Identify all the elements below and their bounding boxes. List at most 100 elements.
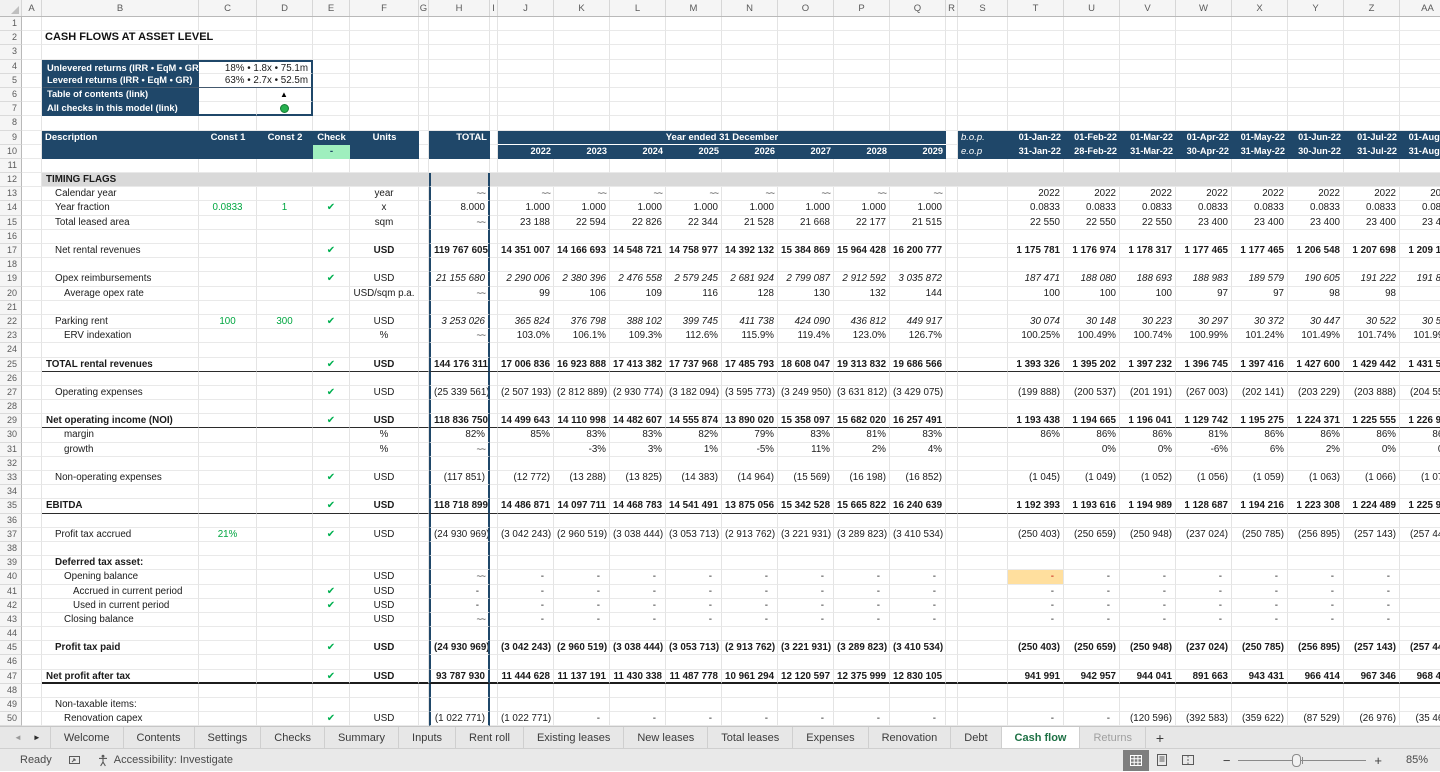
column-header-J[interactable]: J bbox=[498, 0, 554, 16]
cell-C21[interactable] bbox=[199, 301, 257, 315]
cell-AA3[interactable] bbox=[1400, 45, 1440, 59]
cell-E7[interactable] bbox=[313, 102, 350, 116]
row-header-42[interactable]: 42 bbox=[0, 599, 22, 613]
units-cell[interactable]: USD bbox=[350, 641, 419, 655]
total-value[interactable]: 118 836 750 bbox=[429, 414, 490, 428]
month-value[interactable]: - bbox=[1008, 585, 1064, 599]
month-value[interactable]: 100 bbox=[1120, 287, 1176, 301]
cell-G[interactable] bbox=[419, 428, 429, 442]
cell-R[interactable] bbox=[946, 173, 958, 187]
const1-value[interactable]: 0.0833 bbox=[199, 201, 257, 215]
check-icon[interactable]: ✔ bbox=[313, 585, 350, 599]
cell-C8[interactable] bbox=[199, 116, 257, 130]
cell-A18[interactable] bbox=[22, 258, 42, 272]
cell-R[interactable] bbox=[946, 386, 958, 400]
year-value[interactable]: 119.4% bbox=[778, 329, 834, 343]
cell-N24[interactable] bbox=[722, 343, 778, 357]
cell-I[interactable] bbox=[490, 272, 498, 286]
cell-L[interactable] bbox=[610, 88, 666, 102]
cell-F21[interactable] bbox=[350, 301, 419, 315]
cell-E32[interactable] bbox=[313, 457, 350, 471]
cell-A27[interactable] bbox=[22, 386, 42, 400]
year-value[interactable]: 1.000 bbox=[498, 201, 554, 215]
cell-G[interactable] bbox=[419, 201, 429, 215]
cell-T32[interactable] bbox=[1008, 457, 1064, 471]
cell-L26[interactable] bbox=[610, 372, 666, 386]
year-value[interactable]: 1.000 bbox=[834, 201, 890, 215]
column-header-G[interactable]: G bbox=[419, 0, 429, 16]
month-value[interactable]: 191 845 bbox=[1400, 272, 1440, 286]
cell-Q21[interactable] bbox=[890, 301, 946, 315]
column-header-O[interactable]: O bbox=[778, 0, 834, 16]
cell-E40[interactable] bbox=[313, 570, 350, 584]
cell-N46[interactable] bbox=[722, 655, 778, 669]
year-value[interactable]: ~~ bbox=[722, 187, 778, 201]
cell-L[interactable] bbox=[610, 102, 666, 116]
year-value[interactable]: - bbox=[666, 599, 722, 613]
cell-AA44[interactable] bbox=[1400, 627, 1440, 641]
units-cell[interactable]: USD bbox=[350, 712, 419, 726]
cell-O[interactable] bbox=[778, 88, 834, 102]
year-value[interactable]: 15 964 428 bbox=[834, 244, 890, 258]
sheet-tab-settings[interactable]: Settings bbox=[195, 727, 262, 748]
year-value[interactable]: 12 830 105 bbox=[890, 670, 946, 684]
units-cell[interactable]: USD bbox=[350, 386, 419, 400]
cell-M32[interactable] bbox=[666, 457, 722, 471]
cell-W8[interactable] bbox=[1176, 116, 1232, 130]
units-cell[interactable]: % bbox=[350, 329, 419, 343]
cell-H18[interactable] bbox=[429, 258, 490, 272]
month-value[interactable]: 30 223 bbox=[1120, 315, 1176, 329]
year-value[interactable]: 19 313 832 bbox=[834, 358, 890, 372]
cell-P1[interactable] bbox=[834, 17, 890, 31]
month-value[interactable]: 1 194 989 bbox=[1120, 499, 1176, 513]
year-value[interactable]: 14 548 721 bbox=[610, 244, 666, 258]
cell-J48[interactable] bbox=[498, 684, 554, 698]
month-value[interactable]: (250 403) bbox=[1008, 641, 1064, 655]
cell-M39[interactable] bbox=[666, 556, 722, 570]
cell-I[interactable] bbox=[490, 386, 498, 400]
column-header-H[interactable]: H bbox=[429, 0, 490, 16]
year-value[interactable]: 11 430 338 bbox=[610, 670, 666, 684]
cell-Z21[interactable] bbox=[1344, 301, 1400, 315]
cell-S33[interactable] bbox=[958, 471, 1008, 485]
year-value[interactable]: 106 bbox=[554, 287, 610, 301]
year-value[interactable]: 11% bbox=[778, 443, 834, 457]
cell-F18[interactable] bbox=[350, 258, 419, 272]
year-value[interactable]: 14 541 491 bbox=[666, 499, 722, 513]
cell-O44[interactable] bbox=[778, 627, 834, 641]
cell-AA16[interactable] bbox=[1400, 230, 1440, 244]
month-value[interactable]: 1 223 308 bbox=[1288, 499, 1344, 513]
month-value[interactable]: (201 191) bbox=[1120, 386, 1176, 400]
cell-E38[interactable] bbox=[313, 542, 350, 556]
year-value[interactable]: - bbox=[610, 613, 666, 627]
year-value[interactable]: - bbox=[666, 570, 722, 584]
cell-G[interactable] bbox=[419, 613, 429, 627]
row-header-28[interactable]: 28 bbox=[0, 400, 22, 414]
month-value[interactable]: 1 427 600 bbox=[1288, 358, 1344, 372]
row-header-37[interactable]: 37 bbox=[0, 528, 22, 542]
cell-AA38[interactable] bbox=[1400, 542, 1440, 556]
cell-X[interactable] bbox=[1232, 60, 1288, 74]
month-value[interactable]: 966 414 bbox=[1288, 670, 1344, 684]
cell-J[interactable] bbox=[498, 88, 554, 102]
cell-E48[interactable] bbox=[313, 684, 350, 698]
year-value[interactable]: ~~ bbox=[554, 187, 610, 201]
year-value[interactable]: - bbox=[722, 613, 778, 627]
row-header-1[interactable]: 1 bbox=[0, 17, 22, 31]
year-value[interactable]: 99 bbox=[498, 287, 554, 301]
units-cell[interactable]: x bbox=[350, 201, 419, 215]
year-value[interactable]: 376 798 bbox=[554, 315, 610, 329]
column-header-N[interactable]: N bbox=[722, 0, 778, 16]
cell-V32[interactable] bbox=[1120, 457, 1176, 471]
year-value[interactable]: (13 825) bbox=[610, 471, 666, 485]
month-value[interactable]: (1 063) bbox=[1288, 471, 1344, 485]
check-icon[interactable]: ✔ bbox=[313, 641, 350, 655]
cell-G[interactable] bbox=[419, 301, 429, 315]
year-value[interactable]: 12 375 999 bbox=[834, 670, 890, 684]
cell-W11[interactable] bbox=[1176, 159, 1232, 173]
year-value[interactable]: 399 745 bbox=[666, 315, 722, 329]
month-value[interactable]: - bbox=[1176, 570, 1232, 584]
total-value[interactable]: ~~ bbox=[429, 287, 490, 301]
cell-Z[interactable] bbox=[1344, 102, 1400, 116]
cell-A24[interactable] bbox=[22, 343, 42, 357]
